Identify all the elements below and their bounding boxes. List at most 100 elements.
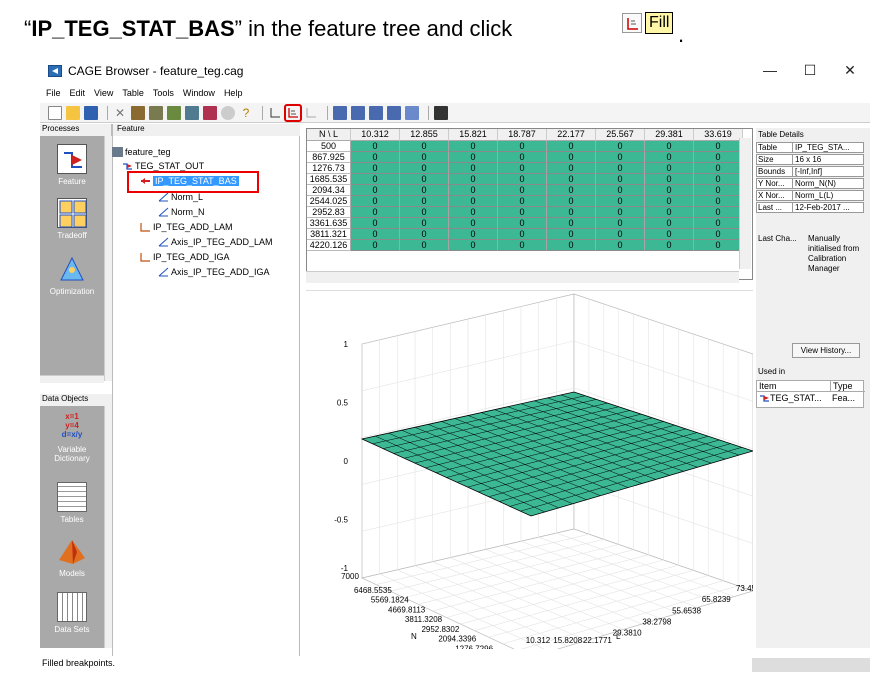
table-row-header[interactable]: 2952.83 (307, 207, 351, 218)
table-vscrollbar[interactable] (739, 138, 751, 269)
table-cell[interactable]: 0 (547, 141, 596, 152)
tree-node-teg-stat-out[interactable]: TEG_STAT_OUT (122, 161, 204, 171)
table-cell[interactable]: 0 (547, 152, 596, 163)
table-row-header[interactable]: 3361.635 (307, 218, 351, 229)
table-cell[interactable]: 0 (351, 218, 400, 229)
table-cell[interactable]: 0 (449, 196, 498, 207)
delete-icon[interactable]: ✕ (113, 106, 127, 120)
table-cell[interactable]: 0 (449, 229, 498, 240)
data-tables[interactable]: Tables (40, 482, 104, 524)
view-icon-2[interactable] (351, 105, 365, 120)
data-models[interactable]: Models (40, 536, 104, 578)
tree-node-ip-teg-add-lam[interactable]: IP_TEG_ADD_LAM (140, 222, 233, 232)
disabled-icon[interactable] (221, 105, 235, 120)
table-cell[interactable]: 0 (351, 174, 400, 185)
table-cell[interactable]: 0 (547, 218, 596, 229)
menu-edit[interactable]: Edit (70, 88, 86, 98)
table-cell[interactable]: 0 (694, 185, 743, 196)
table-cell[interactable]: 0 (645, 196, 694, 207)
table-cell[interactable]: 0 (351, 196, 400, 207)
tree-node-ip-teg-add-iga[interactable]: IP_TEG_ADD_IGA (140, 252, 230, 262)
table-cell[interactable]: 0 (694, 240, 743, 251)
tree-node-axis-ip-teg-add-iga[interactable]: Axis_IP_TEG_ADD_IGA (158, 267, 270, 277)
table-cell[interactable]: 0 (694, 163, 743, 174)
table-cell[interactable]: 0 (351, 207, 400, 218)
maximize-button[interactable]: ☐ (796, 62, 824, 80)
table-cell[interactable]: 0 (400, 218, 449, 229)
table-column-header[interactable]: 22.177 (547, 129, 596, 141)
view-history-button[interactable]: View History... (792, 343, 860, 358)
table-row-header[interactable]: 1685.535 (307, 174, 351, 185)
cut-icon[interactable] (131, 105, 145, 120)
open-icon[interactable] (66, 105, 80, 120)
table-cell[interactable]: 0 (498, 185, 547, 196)
view-icon-5[interactable] (405, 105, 419, 120)
process-feature[interactable]: Feature (40, 144, 104, 186)
menu-help[interactable]: Help (224, 88, 243, 98)
table-row-header[interactable]: 1276.73 (307, 163, 351, 174)
table-cell[interactable]: 0 (351, 229, 400, 240)
table-column-header[interactable]: 10.312 (351, 129, 400, 141)
table-cell[interactable]: 0 (400, 163, 449, 174)
table-cell[interactable]: 0 (694, 141, 743, 152)
surface-plot[interactable]: 1 0.5 0 -0.5 -1 7000 6468.5535 5569.1824 4669.81… (306, 290, 757, 663)
table-cell[interactable]: 0 (400, 229, 449, 240)
table-cell[interactable]: 0 (449, 163, 498, 174)
table-cell[interactable]: 0 (351, 141, 400, 152)
view-icon-3[interactable] (369, 105, 383, 120)
table-cell[interactable]: 0 (400, 141, 449, 152)
help-icon[interactable]: ? (239, 106, 253, 120)
processes-hscrollbar[interactable] (40, 375, 104, 383)
menu-view[interactable]: View (94, 88, 113, 98)
table-cell[interactable]: 0 (547, 229, 596, 240)
table-cell[interactable]: 0 (400, 152, 449, 163)
table-cell[interactable]: 0 (351, 152, 400, 163)
table-cell[interactable]: 0 (645, 163, 694, 174)
table-cell[interactable]: 0 (498, 196, 547, 207)
fill-toolbar-button[interactable] (284, 103, 302, 122)
table-cell[interactable]: 0 (596, 141, 645, 152)
table-row-header[interactable]: 4220.126 (307, 240, 351, 251)
paste-icon[interactable] (167, 105, 181, 120)
menu-window[interactable]: Window (183, 88, 215, 98)
table-column-header[interactable]: 12.855 (400, 129, 449, 141)
table-cell[interactable]: 0 (547, 207, 596, 218)
extrapolate-icon[interactable] (304, 106, 318, 120)
table-cell[interactable]: 0 (400, 240, 449, 251)
table-cell[interactable]: 0 (694, 196, 743, 207)
table-row-header[interactable]: 867.925 (307, 152, 351, 163)
table-cell[interactable]: 0 (498, 207, 547, 218)
table-column-header[interactable]: 25.567 (596, 129, 645, 141)
new-icon[interactable] (48, 105, 62, 120)
table-cell[interactable]: 0 (449, 240, 498, 251)
data-data-sets[interactable]: Data Sets (40, 592, 104, 634)
table-cell[interactable]: 0 (449, 185, 498, 196)
table-cell[interactable]: 0 (596, 174, 645, 185)
data-objects-scrollbar[interactable] (104, 406, 112, 648)
table-cell[interactable]: 0 (596, 196, 645, 207)
used-in-row[interactable]: TEG_STAT... Fea... (757, 393, 865, 404)
table-cell[interactable]: 0 (498, 163, 547, 174)
table-cell[interactable]: 0 (645, 141, 694, 152)
table-icon-button[interactable] (268, 106, 282, 120)
table-cell[interactable]: 0 (400, 185, 449, 196)
table-cell[interactable]: 0 (449, 207, 498, 218)
table-cell[interactable]: 0 (596, 218, 645, 229)
table-cell[interactable]: 0 (400, 207, 449, 218)
table-cell[interactable]: 0 (498, 152, 547, 163)
build-icon[interactable] (185, 105, 199, 120)
table-row-header[interactable]: 2094.34 (307, 185, 351, 196)
table-cell[interactable]: 0 (694, 218, 743, 229)
tree-node-feature-teg[interactable]: feature_teg (112, 147, 171, 157)
table-cell[interactable]: 0 (547, 240, 596, 251)
table-cell[interactable]: 0 (351, 185, 400, 196)
tree-node-norm-n[interactable]: Norm_N (158, 207, 205, 217)
table-cell[interactable]: 0 (449, 141, 498, 152)
table-column-header[interactable]: 15.821 (449, 129, 498, 141)
minimize-button[interactable]: — (756, 62, 784, 80)
table-cell[interactable]: 0 (351, 163, 400, 174)
table-column-header[interactable]: 29.381 (645, 129, 694, 141)
table-cell[interactable]: 0 (498, 229, 547, 240)
table-cell[interactable]: 0 (449, 152, 498, 163)
table-cell[interactable]: 0 (694, 174, 743, 185)
